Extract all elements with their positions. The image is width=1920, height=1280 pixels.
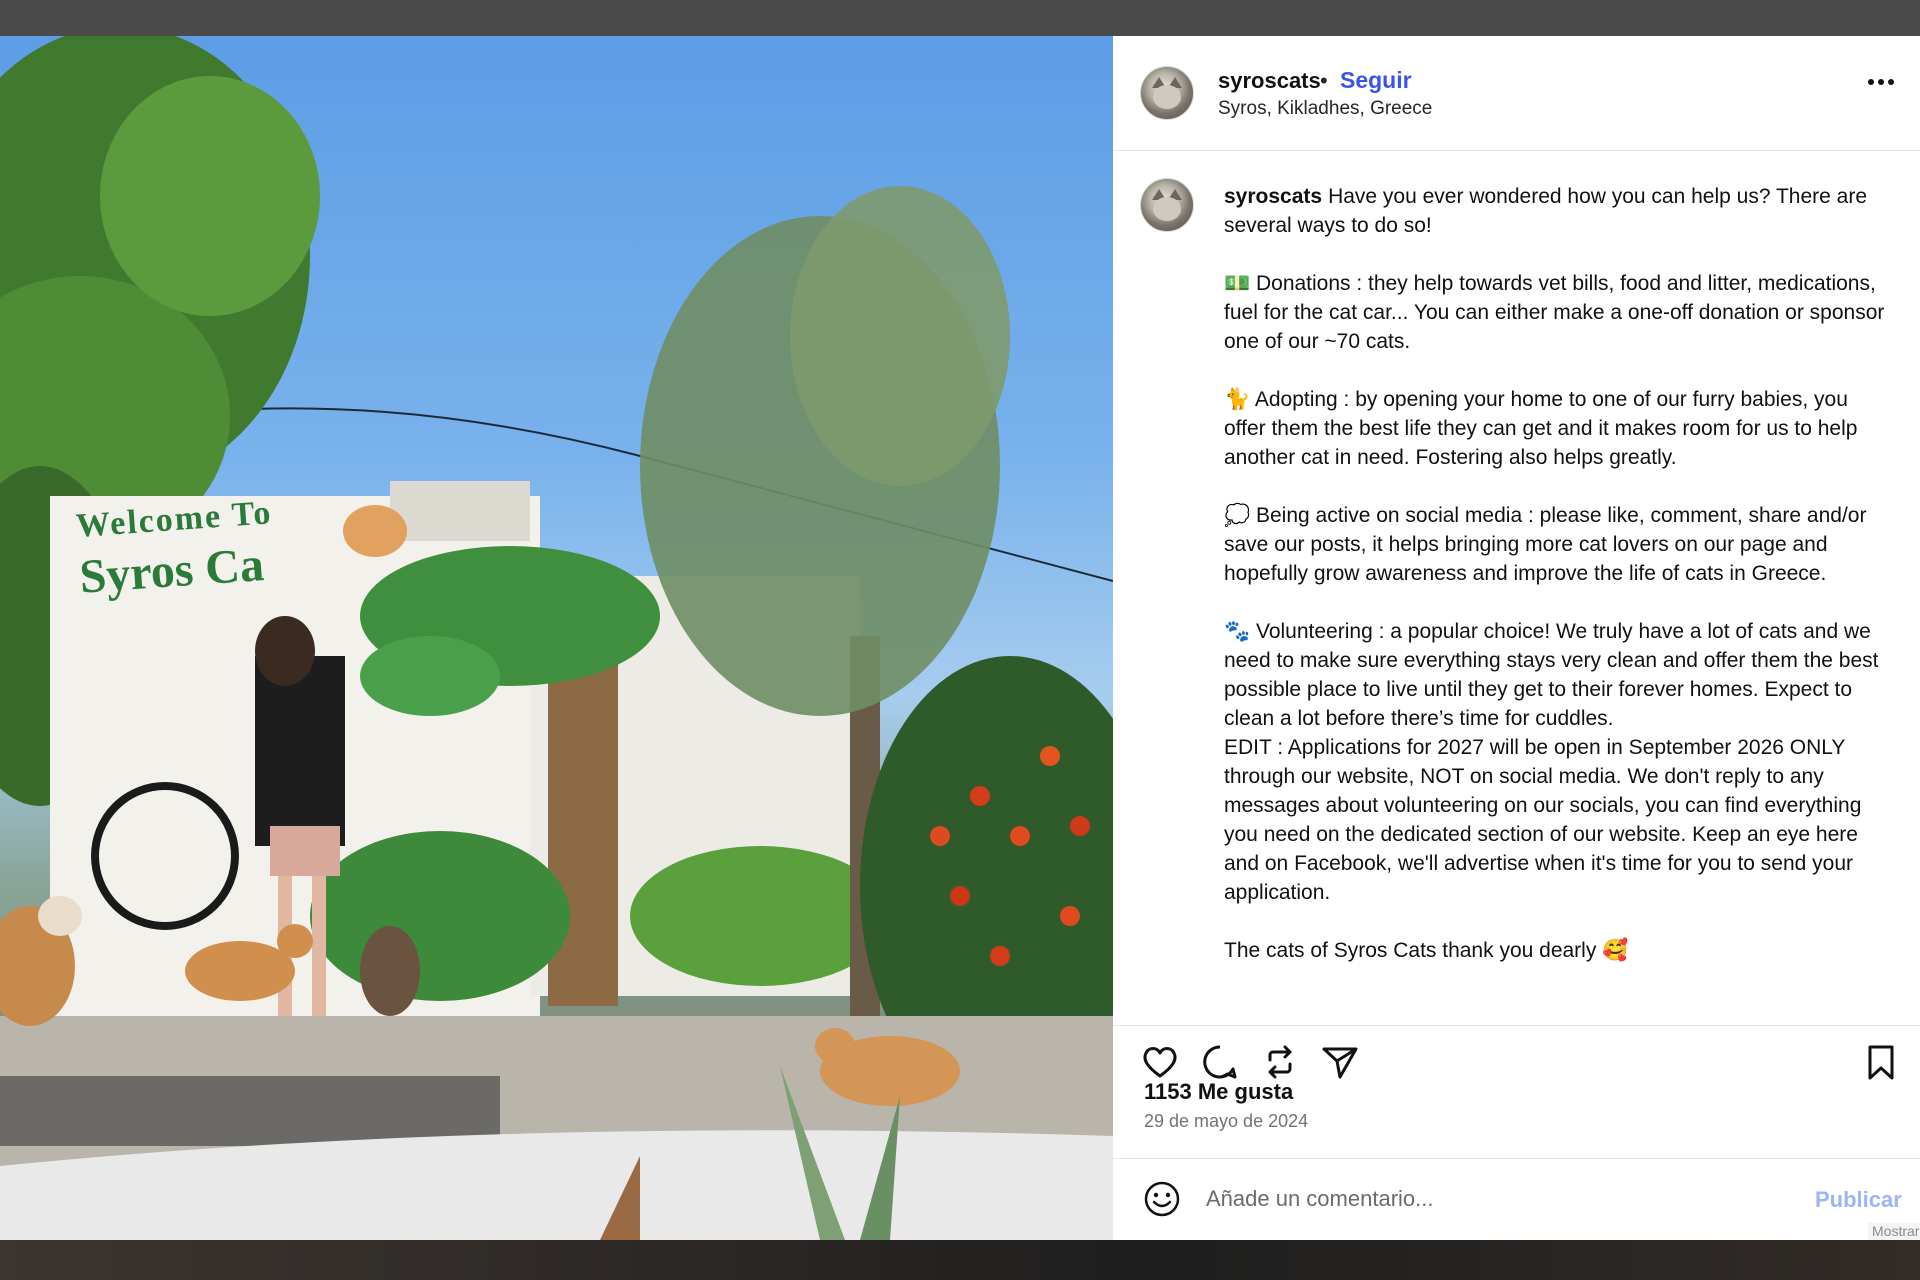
caption-edit: EDIT : Applications for 2027 will be ope… bbox=[1224, 736, 1862, 904]
caption-donations: 💵 Donations : they help towards vet bill… bbox=[1224, 272, 1885, 353]
repost-icon[interactable] bbox=[1260, 1042, 1300, 1082]
send-icon[interactable] bbox=[1320, 1042, 1360, 1082]
background-strip bbox=[0, 1240, 1920, 1280]
post-panel: syroscats • Seguir Syros, Kikladhes, Gre… bbox=[1113, 36, 1920, 1241]
caption-area[interactable]: syroscats Have you ever wondered how you … bbox=[1113, 151, 1920, 1025]
bookmark-icon[interactable] bbox=[1861, 1042, 1901, 1082]
author-username[interactable]: syroscats bbox=[1218, 68, 1321, 94]
post-caption: syroscats Have you ever wondered how you … bbox=[1224, 182, 1894, 994]
caption-volunteering: 🐾 Volunteering : a popular choice! We tr… bbox=[1224, 620, 1879, 730]
separator-dot: • bbox=[1320, 68, 1328, 93]
show-more-tab[interactable]: Mostrar bbox=[1868, 1223, 1920, 1241]
caption-username[interactable]: syroscats bbox=[1224, 185, 1322, 208]
likes-count[interactable]: 1153 Me gusta bbox=[1144, 1079, 1293, 1105]
smiley-icon[interactable] bbox=[1142, 1179, 1182, 1219]
author-avatar[interactable] bbox=[1140, 66, 1194, 120]
post-date: 29 de mayo de 2024 bbox=[1144, 1111, 1309, 1131]
publish-button[interactable]: Publicar bbox=[1815, 1187, 1902, 1213]
caption-adopting: 🐈 Adopting : by opening your home to one… bbox=[1224, 388, 1858, 469]
comment-bubble-icon[interactable] bbox=[1200, 1042, 1240, 1082]
comment-box: Publicar Mostrar bbox=[1113, 1158, 1920, 1241]
more-options-icon[interactable] bbox=[1863, 72, 1903, 92]
heart-icon[interactable] bbox=[1140, 1042, 1180, 1082]
caption-avatar[interactable] bbox=[1140, 178, 1194, 232]
follow-button[interactable]: Seguir bbox=[1340, 67, 1412, 94]
post-photo[interactable]: Welcome To Syros Ca bbox=[0, 36, 1113, 1240]
caption-social: 💭 Being active on social media : please … bbox=[1224, 504, 1867, 585]
post-location[interactable]: Syros, Kikladhes, Greece bbox=[1218, 98, 1432, 120]
comment-input[interactable] bbox=[1206, 1177, 1746, 1221]
caption-thanks: The cats of Syros Cats thank you dearly … bbox=[1224, 939, 1629, 962]
photo-illustration bbox=[0, 36, 1113, 1240]
post-header: syroscats • Seguir Syros, Kikladhes, Gre… bbox=[1113, 36, 1920, 151]
browser-top-bar bbox=[0, 0, 1920, 36]
mural-sign: Welcome To Syros Ca bbox=[75, 494, 278, 604]
